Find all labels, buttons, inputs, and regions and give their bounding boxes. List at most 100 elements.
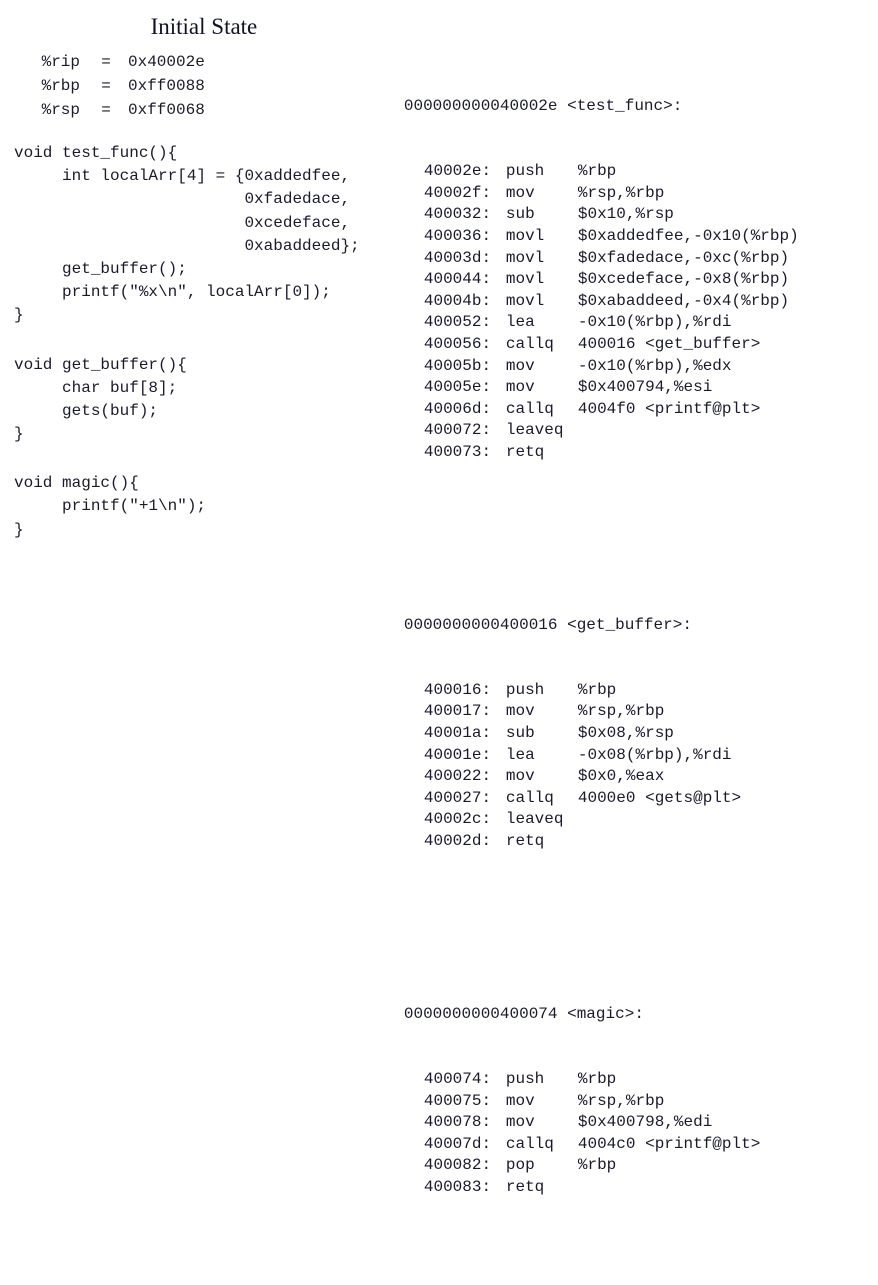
asm-addr: 40001a:	[404, 723, 506, 745]
asm-row: 400052:lea-0x10(%rbp),%rdi	[404, 312, 868, 334]
asm-addr: 400075:	[404, 1091, 506, 1113]
asm-row: 40007d:callq4004c0 <printf@plt>	[404, 1134, 868, 1156]
source-line: void get_buffer(){	[14, 354, 394, 377]
asm-addr: 400073:	[404, 442, 506, 464]
asm-operands: 4004c0 <printf@plt>	[578, 1134, 868, 1156]
asm-mnemonic: callq	[506, 1134, 578, 1156]
asm-mnemonic: retq	[506, 1177, 578, 1199]
register-value: 0xff0068	[118, 98, 238, 122]
right-column: 000000000040002e <test_func>: 40002e:pus…	[404, 0, 878, 750]
register-table: %rip = 0x40002e %rbp = 0xff0088 %rsp = 0…	[14, 50, 394, 122]
asm-mnemonic: retq	[506, 442, 578, 464]
register-name: %rsp	[14, 98, 94, 122]
asm-row: 400027:callq4000e0 <gets@plt>	[404, 788, 868, 810]
asm-mnemonic: mov	[506, 701, 578, 723]
asm-row: 400036:movl$0xaddedfee,-0x10(%rbp)	[404, 226, 868, 248]
left-column: Initial State %rip = 0x40002e %rbp = 0xf…	[0, 0, 404, 750]
source-line: char buf[8];	[14, 377, 394, 400]
source-line: }	[14, 304, 394, 327]
asm-addr: 40006d:	[404, 399, 506, 421]
asm-mnemonic: mov	[506, 766, 578, 788]
asm-operands: %rbp	[578, 1155, 868, 1177]
asm-mnemonic: lea	[506, 312, 578, 334]
asm-operands: $0xaddedfee,-0x10(%rbp)	[578, 226, 868, 248]
asm-addr: 400016:	[404, 680, 506, 702]
register-name: %rbp	[14, 74, 94, 98]
source-line: 0xfadedace,	[14, 188, 394, 211]
asm-mnemonic: push	[506, 1069, 578, 1091]
asm-addr: 400056:	[404, 334, 506, 356]
register-row: %rsp = 0xff0068	[14, 98, 394, 122]
equals-sign: =	[94, 74, 118, 98]
asm-addr: 40002f:	[404, 183, 506, 205]
asm-mnemonic: push	[506, 161, 578, 183]
asm-operands: $0x400798,%edi	[578, 1112, 868, 1134]
asm-row: 40002d:retq	[404, 831, 868, 853]
asm-addr: 40005e:	[404, 377, 506, 399]
asm-mnemonic: movl	[506, 248, 578, 270]
asm-row: 40005b:mov-0x10(%rbp),%edx	[404, 356, 868, 378]
register-row: %rbp = 0xff0088	[14, 74, 394, 98]
asm-header: 000000000040002e <test_func>:	[404, 96, 868, 118]
asm-mnemonic: push	[506, 680, 578, 702]
asm-mnemonic: sub	[506, 723, 578, 745]
register-row: %rip = 0x40002e	[14, 50, 394, 74]
source-line: printf("%x\n", localArr[0]);	[14, 281, 394, 304]
asm-row: 40006d:callq4004f0 <printf@plt>	[404, 399, 868, 421]
asm-addr: 40004b:	[404, 291, 506, 313]
asm-get-buffer: 0000000000400016 <get_buffer>: 400016:pu…	[404, 572, 868, 896]
asm-mnemonic: movl	[506, 226, 578, 248]
asm-magic: 0000000000400074 <magic>: 400074:push%rb…	[404, 961, 868, 1242]
asm-addr: 400083:	[404, 1177, 506, 1199]
title-initial-state: Initial State	[14, 14, 394, 40]
asm-operands: $0xabaddeed,-0x4(%rbp)	[578, 291, 868, 313]
asm-row: 40002e:push%rbp	[404, 161, 868, 183]
asm-row: 400075:mov%rsp,%rbp	[404, 1091, 868, 1113]
equals-sign: =	[94, 50, 118, 74]
asm-row: 400022:mov$0x0,%eax	[404, 766, 868, 788]
asm-operands: $0x08,%rsp	[578, 723, 868, 745]
asm-operands: 4000e0 <gets@plt>	[578, 788, 868, 810]
asm-addr: 400074:	[404, 1069, 506, 1091]
asm-operands	[578, 809, 868, 831]
asm-row: 400072:leaveq	[404, 420, 868, 442]
asm-mnemonic: mov	[506, 183, 578, 205]
asm-mnemonic: lea	[506, 745, 578, 767]
asm-operands: %rbp	[578, 161, 868, 183]
asm-row: 40002c:leaveq	[404, 809, 868, 831]
asm-operands	[578, 831, 868, 853]
asm-addr: 400027:	[404, 788, 506, 810]
source-line: get_buffer();	[14, 258, 394, 281]
asm-operands: -0x10(%rbp),%edx	[578, 356, 868, 378]
asm-addr: 40001e:	[404, 745, 506, 767]
asm-operands: 400016 <get_buffer>	[578, 334, 868, 356]
asm-addr: 40007d:	[404, 1134, 506, 1156]
source-line: int localArr[4] = {0xaddedfee,	[14, 165, 394, 188]
asm-operands: %rsp,%rbp	[578, 183, 868, 205]
source-line: void test_func(){	[14, 142, 394, 165]
source-magic: void magic(){ printf("+1\n");}	[14, 472, 394, 542]
asm-addr: 400044:	[404, 269, 506, 291]
source-get-buffer: void get_buffer(){ char buf[8]; gets(buf…	[14, 354, 394, 447]
source-line: gets(buf);	[14, 400, 394, 423]
asm-operands: %rsp,%rbp	[578, 1091, 868, 1113]
asm-row: 40005e:mov$0x400794,%esi	[404, 377, 868, 399]
register-value: 0xff0088	[118, 74, 238, 98]
asm-addr: 400022:	[404, 766, 506, 788]
asm-operands: %rsp,%rbp	[578, 701, 868, 723]
asm-row: 400073:retq	[404, 442, 868, 464]
asm-row: 400082:pop%rbp	[404, 1155, 868, 1177]
asm-addr: 400078:	[404, 1112, 506, 1134]
asm-operands	[578, 1177, 868, 1199]
asm-header: 0000000000400016 <get_buffer>:	[404, 615, 868, 637]
asm-row: 40002f:mov%rsp,%rbp	[404, 183, 868, 205]
asm-addr: 400036:	[404, 226, 506, 248]
asm-mnemonic: mov	[506, 1091, 578, 1113]
asm-addr: 400052:	[404, 312, 506, 334]
asm-row: 40001e:lea-0x08(%rbp),%rdi	[404, 745, 868, 767]
asm-mnemonic: movl	[506, 291, 578, 313]
asm-test-func: 000000000040002e <test_func>: 40002e:pus…	[404, 53, 868, 506]
asm-row: 400044:movl$0xcedeface,-0x8(%rbp)	[404, 269, 868, 291]
asm-mnemonic: leaveq	[506, 420, 578, 442]
source-line: 0xabaddeed};	[14, 235, 394, 258]
